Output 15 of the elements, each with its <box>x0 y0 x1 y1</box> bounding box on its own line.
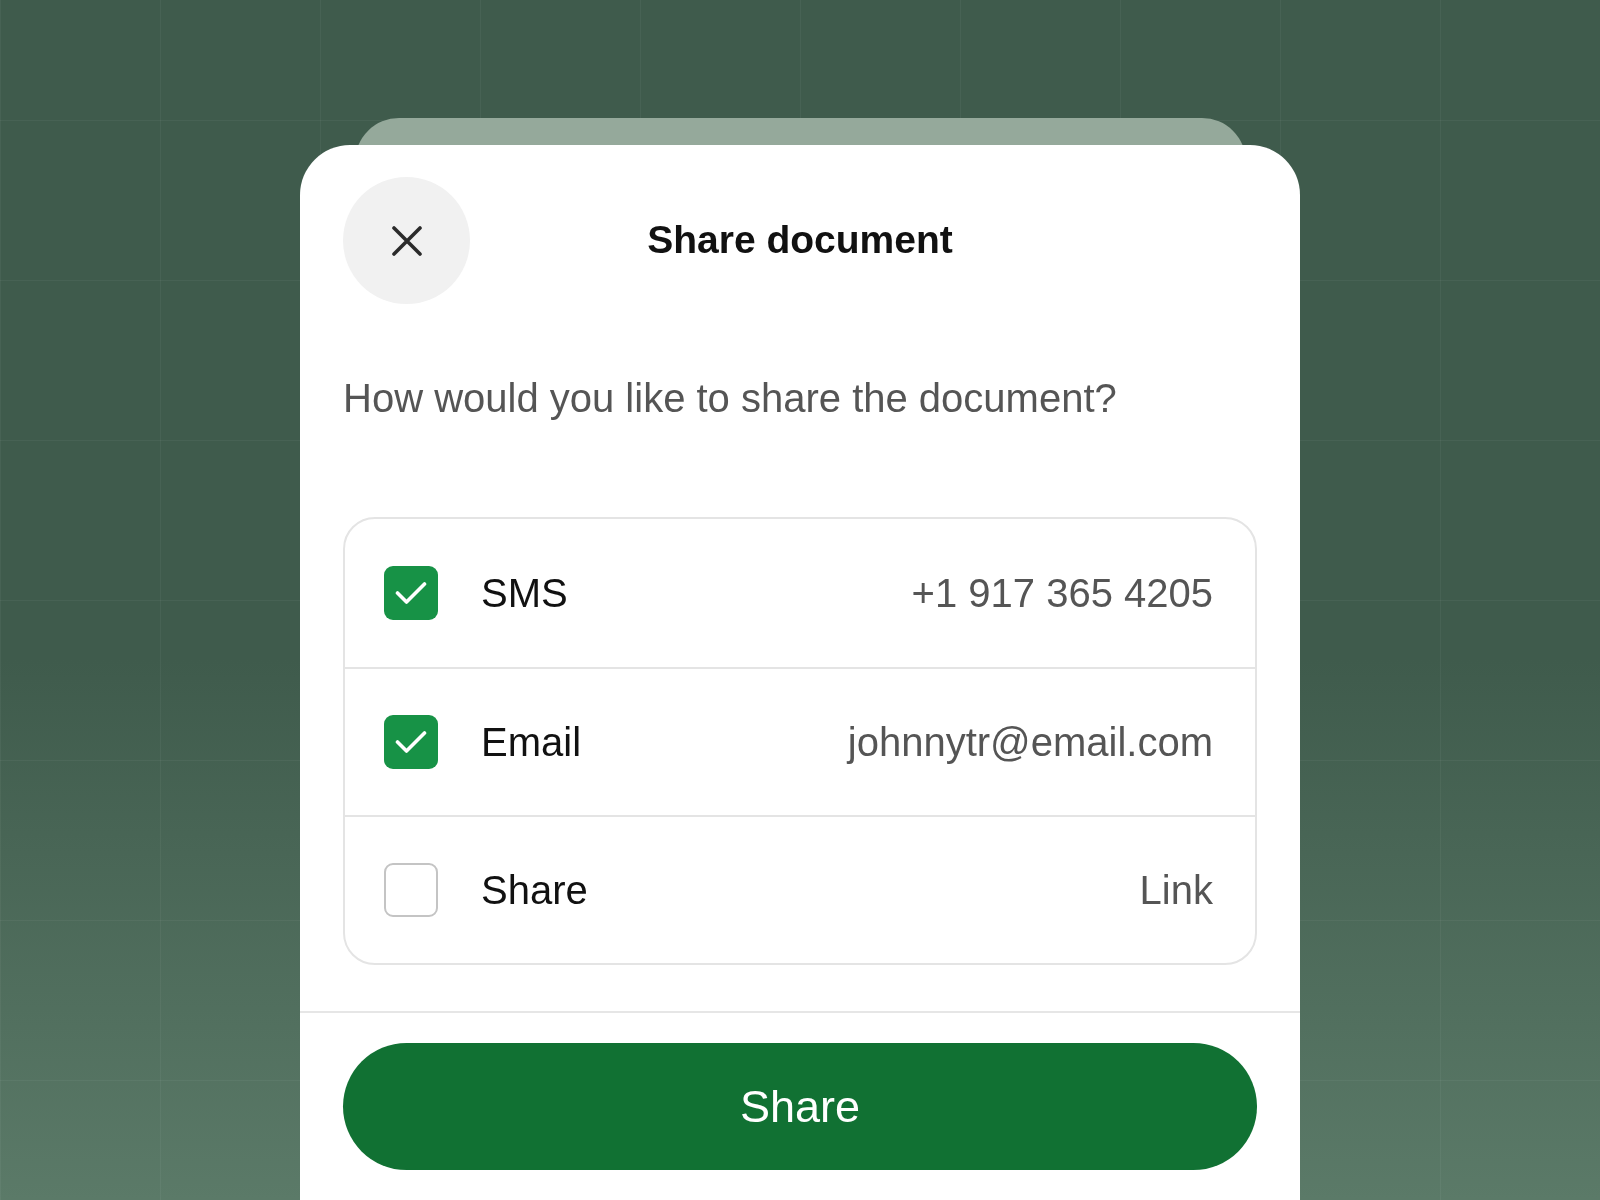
close-icon <box>390 224 423 257</box>
option-value: Link <box>1139 867 1213 914</box>
check-icon <box>395 581 427 605</box>
option-label: Email <box>481 719 582 766</box>
option-label: Share <box>481 867 588 914</box>
checkbox[interactable] <box>384 715 438 769</box>
share-button[interactable]: Share <box>343 1043 1257 1170</box>
dialog-title: Share document <box>647 217 953 264</box>
dialog-prompt: How would you like to share the document? <box>343 375 1117 422</box>
checkbox[interactable] <box>384 566 438 620</box>
option-label: SMS <box>481 570 568 617</box>
checkbox[interactable] <box>384 863 438 917</box>
option-value: johnnytr@email.com <box>847 719 1213 766</box>
check-icon <box>395 730 427 754</box>
option-value: +1 917 365 4205 <box>911 570 1213 617</box>
